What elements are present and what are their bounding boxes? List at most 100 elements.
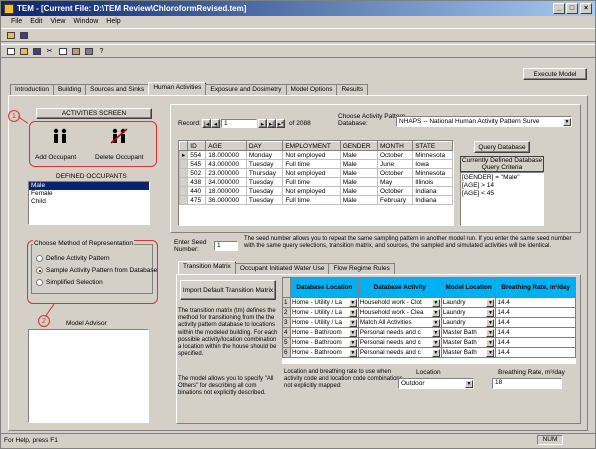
table-cell[interactable]: Male bbox=[339, 168, 378, 178]
col-header[interactable]: ID bbox=[187, 141, 207, 151]
table-cell[interactable]: Male bbox=[339, 150, 378, 160]
new-file-icon[interactable] bbox=[5, 46, 16, 57]
chevron-down-icon[interactable]: ▼ bbox=[431, 348, 440, 357]
records-grid[interactable]: ID AGE DAY EMPLOYMENT GENDER MONTH STATE… bbox=[178, 140, 454, 226]
activities-screen-button[interactable]: ACTIVITIES SCREEN bbox=[36, 108, 152, 119]
radio-define-activity[interactable]: Define Activity Pattern bbox=[36, 254, 157, 263]
chevron-down-icon[interactable]: ▼ bbox=[348, 318, 357, 327]
open-folder-icon[interactable] bbox=[5, 30, 16, 41]
chevron-down-icon[interactable]: ▼ bbox=[465, 379, 473, 388]
table-cell[interactable]: 43.000000 bbox=[205, 159, 247, 169]
last-record-button[interactable]: ▸| bbox=[267, 119, 276, 128]
row-selector[interactable] bbox=[179, 177, 189, 187]
table-cell[interactable]: Personal needs and c ▼ bbox=[357, 327, 442, 338]
table-cell[interactable]: 14.4 bbox=[495, 327, 576, 338]
table-cell[interactable]: Tuesday bbox=[245, 186, 284, 196]
chevron-down-icon[interactable]: ▼ bbox=[348, 338, 357, 347]
table-cell[interactable]: 34.000000 bbox=[205, 177, 247, 187]
delete-occupant-label[interactable]: Delete Occupant bbox=[95, 154, 143, 162]
chevron-down-icon[interactable]: ▼ bbox=[431, 308, 440, 317]
table-cell[interactable]: 438 bbox=[187, 177, 207, 187]
table-row[interactable]: 475 36.000000 Tuesday Full time Male February… bbox=[179, 195, 453, 205]
table-row[interactable]: 440 18.000000 Tuesday Not employed Male Octob… bbox=[179, 186, 453, 196]
col-header[interactable]: Database Location bbox=[290, 277, 359, 298]
table-row[interactable]: 4 Home - Bathroom ▼ Personal needs and c ▼ Ma… bbox=[282, 327, 576, 338]
table-cell[interactable]: Male bbox=[339, 186, 378, 196]
cell-combo[interactable]: Home - Utility / La ▼ bbox=[292, 308, 357, 317]
table-cell[interactable]: Full time bbox=[282, 159, 341, 169]
table-cell[interactable]: Male bbox=[339, 159, 378, 169]
tab-results[interactable]: Results bbox=[336, 84, 369, 95]
menu-view[interactable]: View bbox=[50, 18, 65, 25]
delete-occupant-icon[interactable] bbox=[110, 128, 128, 144]
table-cell[interactable]: October bbox=[376, 168, 414, 178]
table-row[interactable]: 3 Home - Utility / La ▼ Match All Activitie… bbox=[282, 317, 576, 328]
table-cell[interactable]: Tuesday bbox=[245, 195, 284, 205]
cell-combo[interactable]: Personal needs and c ▼ bbox=[359, 348, 440, 357]
cell-combo[interactable]: Master Bath ▼ bbox=[442, 348, 495, 357]
cell-combo[interactable]: Laundry ▼ bbox=[442, 298, 495, 307]
col-header[interactable]: Breathing Rate, m³/day bbox=[495, 277, 576, 298]
table-row[interactable]: 6 Home - Bathroom ▼ Personal needs and c ▼ Ma… bbox=[282, 347, 576, 358]
add-occupant-label[interactable]: Add Occupant bbox=[35, 154, 76, 162]
table-cell[interactable]: Full time bbox=[282, 177, 341, 187]
close-button[interactable]: × bbox=[580, 3, 592, 14]
cell-combo[interactable]: Master Bath ▼ bbox=[442, 328, 495, 337]
table-cell[interactable]: Tuesday bbox=[245, 177, 284, 187]
chevron-down-icon[interactable]: ▼ bbox=[348, 348, 357, 357]
table-cell[interactable]: Not employed bbox=[282, 168, 341, 178]
query-criteria-box[interactable]: [GENDER] = "Male" [AGE] > 14 [AGE] < 45 bbox=[460, 172, 544, 226]
tab-water-use[interactable]: Occupant Initiated Water Use bbox=[234, 263, 330, 274]
cell-combo[interactable]: Home - Utility / La ▼ bbox=[292, 298, 357, 307]
chevron-down-icon[interactable]: ▼ bbox=[348, 298, 357, 307]
copy-icon[interactable] bbox=[57, 46, 68, 57]
table-cell[interactable]: 554 bbox=[187, 150, 207, 160]
cell-combo[interactable]: Home - Utility / La ▼ bbox=[292, 318, 357, 327]
table-cell[interactable]: February bbox=[376, 195, 414, 205]
table-cell[interactable]: 14.4 bbox=[495, 307, 576, 318]
table-cell[interactable]: Personal needs and c ▼ bbox=[357, 347, 442, 358]
table-cell[interactable]: 14.4 bbox=[495, 297, 576, 308]
tab-introduction[interactable]: Introduction bbox=[10, 84, 54, 95]
table-cell[interactable]: Not employed bbox=[282, 150, 341, 160]
table-row[interactable]: 502 23.000000 Thursday Not employed Male Octo… bbox=[179, 168, 453, 178]
table-cell[interactable]: Illinois bbox=[412, 177, 453, 187]
table-row[interactable]: 2 Home - Utility / La ▼ Household work - Cl… bbox=[282, 307, 576, 318]
table-cell[interactable]: May bbox=[376, 177, 414, 187]
row-selector[interactable] bbox=[179, 159, 189, 169]
prev-record-button[interactable]: ◂ bbox=[211, 119, 220, 128]
table-cell[interactable]: 23.000000 bbox=[205, 168, 247, 178]
table-cell[interactable]: June bbox=[376, 159, 414, 169]
cell-combo[interactable]: Home - Bathroom ▼ bbox=[292, 328, 357, 337]
table-cell[interactable]: 14.4 bbox=[495, 337, 576, 348]
table-cell[interactable]: Minnesota bbox=[412, 150, 453, 160]
table-cell[interactable]: 18.000000 bbox=[205, 186, 247, 196]
table-row[interactable]: 438 34.000000 Tuesday Full time Male May Illin… bbox=[179, 177, 453, 187]
first-record-button[interactable]: |◂ bbox=[202, 119, 211, 128]
row-selector[interactable] bbox=[179, 195, 189, 205]
table-cell[interactable]: Not employed bbox=[282, 186, 341, 196]
menu-edit[interactable]: Edit bbox=[30, 18, 42, 25]
cell-combo[interactable]: Laundry ▼ bbox=[442, 318, 495, 327]
col-header[interactable]: Database Activity bbox=[357, 277, 442, 298]
table-cell[interactable]: Match All Activities ▼ bbox=[357, 317, 442, 328]
minimize-button[interactable]: _ bbox=[553, 3, 565, 14]
next-record-button[interactable]: ▸ bbox=[258, 119, 267, 128]
chevron-down-icon[interactable]: ▼ bbox=[431, 298, 440, 307]
col-header[interactable]: STATE bbox=[412, 141, 453, 151]
new-record-button[interactable]: ▸* bbox=[276, 119, 285, 128]
table-cell[interactable]: Iowa bbox=[412, 159, 453, 169]
col-header[interactable]: GENDER bbox=[339, 141, 378, 151]
table-cell[interactable]: Indiana bbox=[412, 186, 453, 196]
execute-model-button[interactable]: Execute Model bbox=[523, 68, 587, 80]
radio-simplified[interactable]: Simplified Selection bbox=[36, 278, 157, 287]
chevron-down-icon[interactable]: ▼ bbox=[348, 308, 357, 317]
chevron-down-icon[interactable]: ▼ bbox=[486, 328, 495, 337]
table-cell[interactable]: Master Bath ▼ bbox=[440, 347, 497, 358]
chevron-down-icon[interactable]: ▼ bbox=[431, 338, 440, 347]
chevron-down-icon[interactable]: ▼ bbox=[431, 328, 440, 337]
import-matrix-button[interactable]: Import Default Transition Matrix bbox=[180, 280, 276, 300]
cut-icon[interactable]: ✂ bbox=[44, 46, 55, 57]
cell-combo[interactable]: Match All Activities ▼ bbox=[359, 318, 440, 327]
cell-combo[interactable]: Household work - Clot ▼ bbox=[359, 298, 440, 307]
